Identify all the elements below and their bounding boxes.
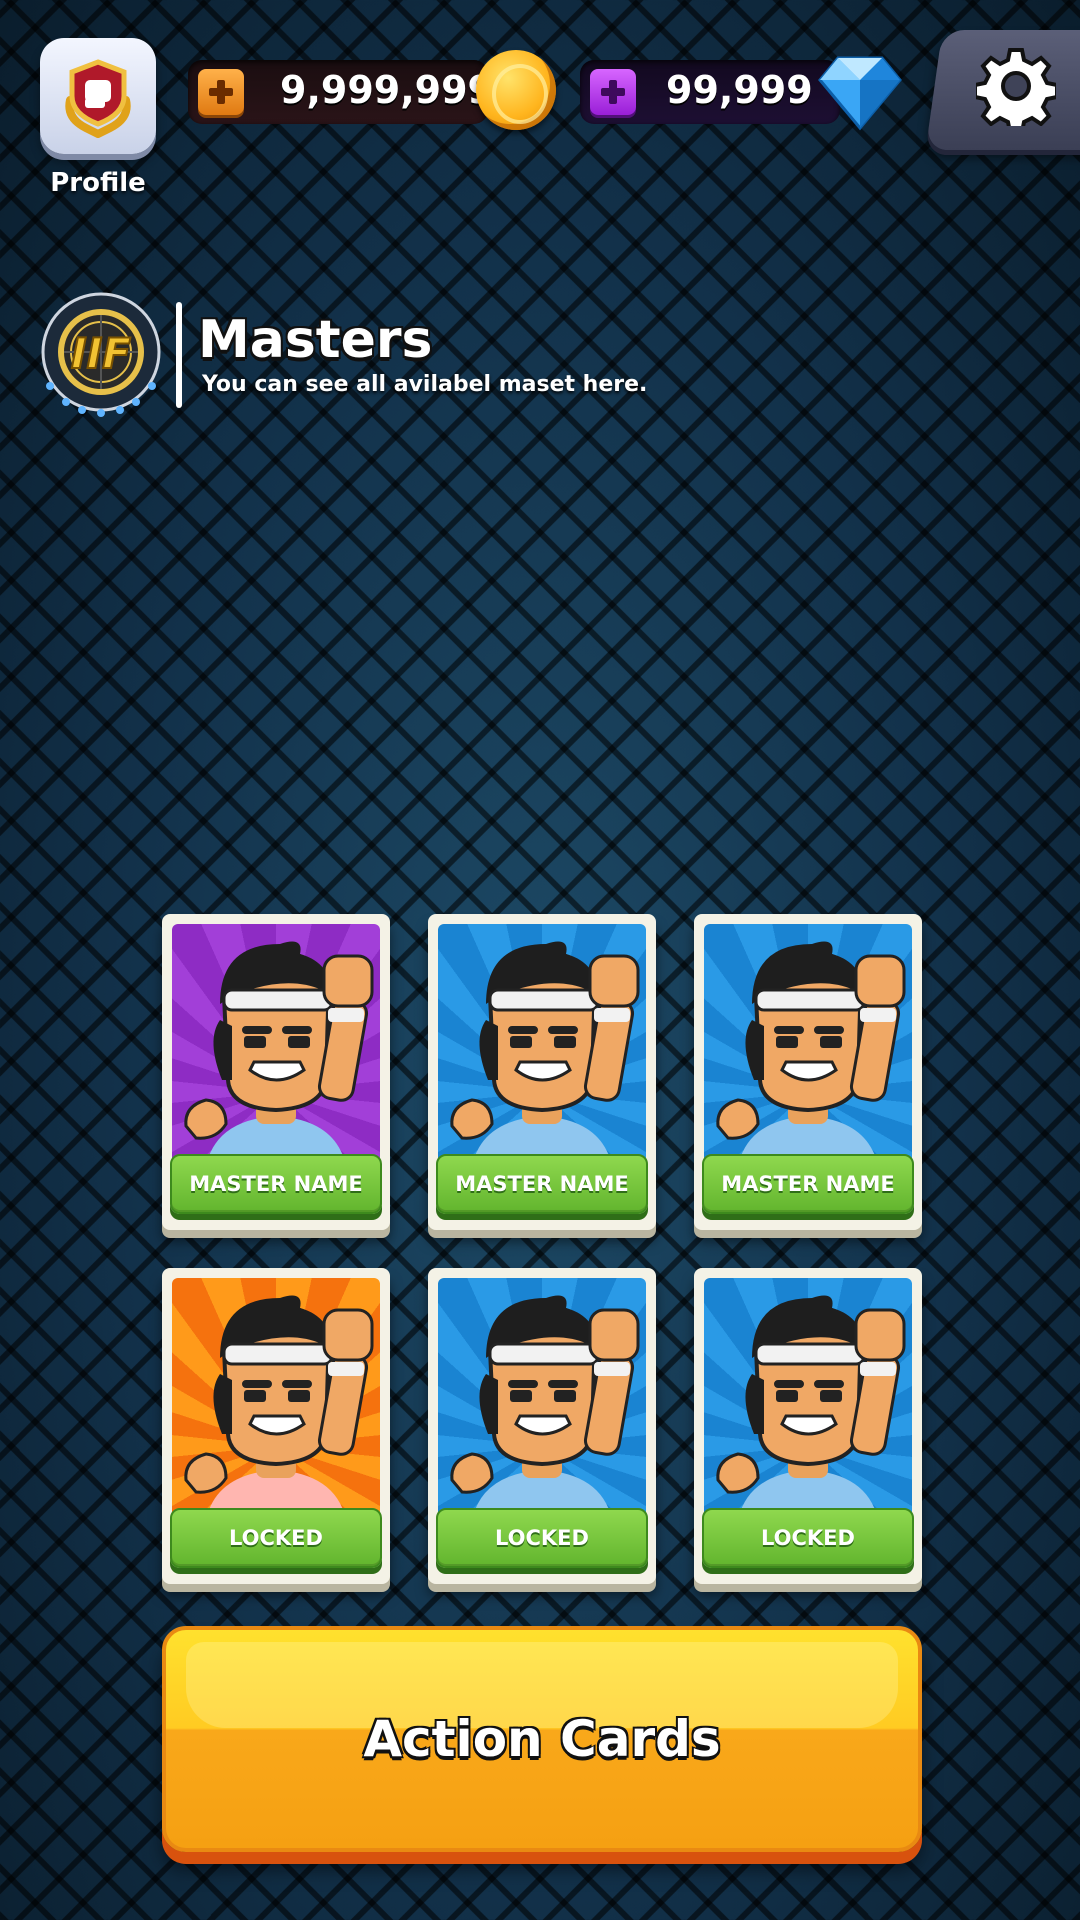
gear-icon[interactable]	[976, 46, 1056, 126]
master-card[interactable]: MASTER NAME	[694, 914, 922, 1230]
gems-value: 99,999	[666, 68, 813, 112]
master-card-art	[172, 1278, 380, 1518]
master-card-art	[704, 1278, 912, 1518]
master-character-image	[442, 930, 642, 1164]
fist-badge-icon	[65, 59, 131, 138]
master-character-image	[176, 1284, 376, 1518]
gem-icon	[818, 56, 902, 131]
locked-button[interactable]: LOCKED	[702, 1508, 914, 1568]
master-name-button[interactable]: MASTER NAME	[702, 1154, 914, 1214]
gems-counter: 99,999	[580, 60, 840, 124]
locked-button[interactable]: LOCKED	[170, 1508, 382, 1568]
profile-label: Profile	[50, 168, 146, 198]
coin-icon	[476, 50, 556, 130]
coins-value: 9,999,999	[280, 68, 494, 112]
master-character-image	[708, 1284, 908, 1518]
master-name-button[interactable]: MASTER NAME	[436, 1154, 648, 1214]
master-card[interactable]: MASTER NAME	[162, 914, 390, 1230]
master-card-locked[interactable]: LOCKED	[694, 1268, 922, 1584]
master-character-image	[708, 930, 908, 1164]
page-subtitle: You can see all avilabel maset here.	[202, 372, 648, 397]
master-card-art	[172, 924, 380, 1164]
master-card-locked[interactable]: LOCKED	[162, 1268, 390, 1584]
header-divider	[176, 302, 182, 408]
master-name-button[interactable]: MASTER NAME	[170, 1154, 382, 1214]
add-coins-button[interactable]	[198, 69, 244, 115]
action-cards-button[interactable]: Action Cards	[162, 1626, 922, 1852]
master-character-image	[442, 1284, 642, 1518]
master-card-locked[interactable]: LOCKED	[428, 1268, 656, 1584]
profile-button[interactable]	[40, 38, 156, 154]
add-gems-button[interactable]	[590, 69, 636, 115]
svg-text:IIF: IIF	[71, 329, 131, 378]
locked-button[interactable]: LOCKED	[436, 1508, 648, 1568]
coins-counter: 9,999,999	[188, 60, 494, 124]
master-card[interactable]: MASTER NAME	[428, 914, 656, 1230]
iif-logo: IIF	[41, 292, 161, 417]
page-title: Masters	[198, 310, 433, 370]
master-card-art	[704, 924, 912, 1164]
master-character-image	[176, 930, 376, 1164]
action-cards-label: Action Cards	[363, 1710, 721, 1768]
master-card-art	[438, 1278, 646, 1518]
master-card-art	[438, 924, 646, 1164]
